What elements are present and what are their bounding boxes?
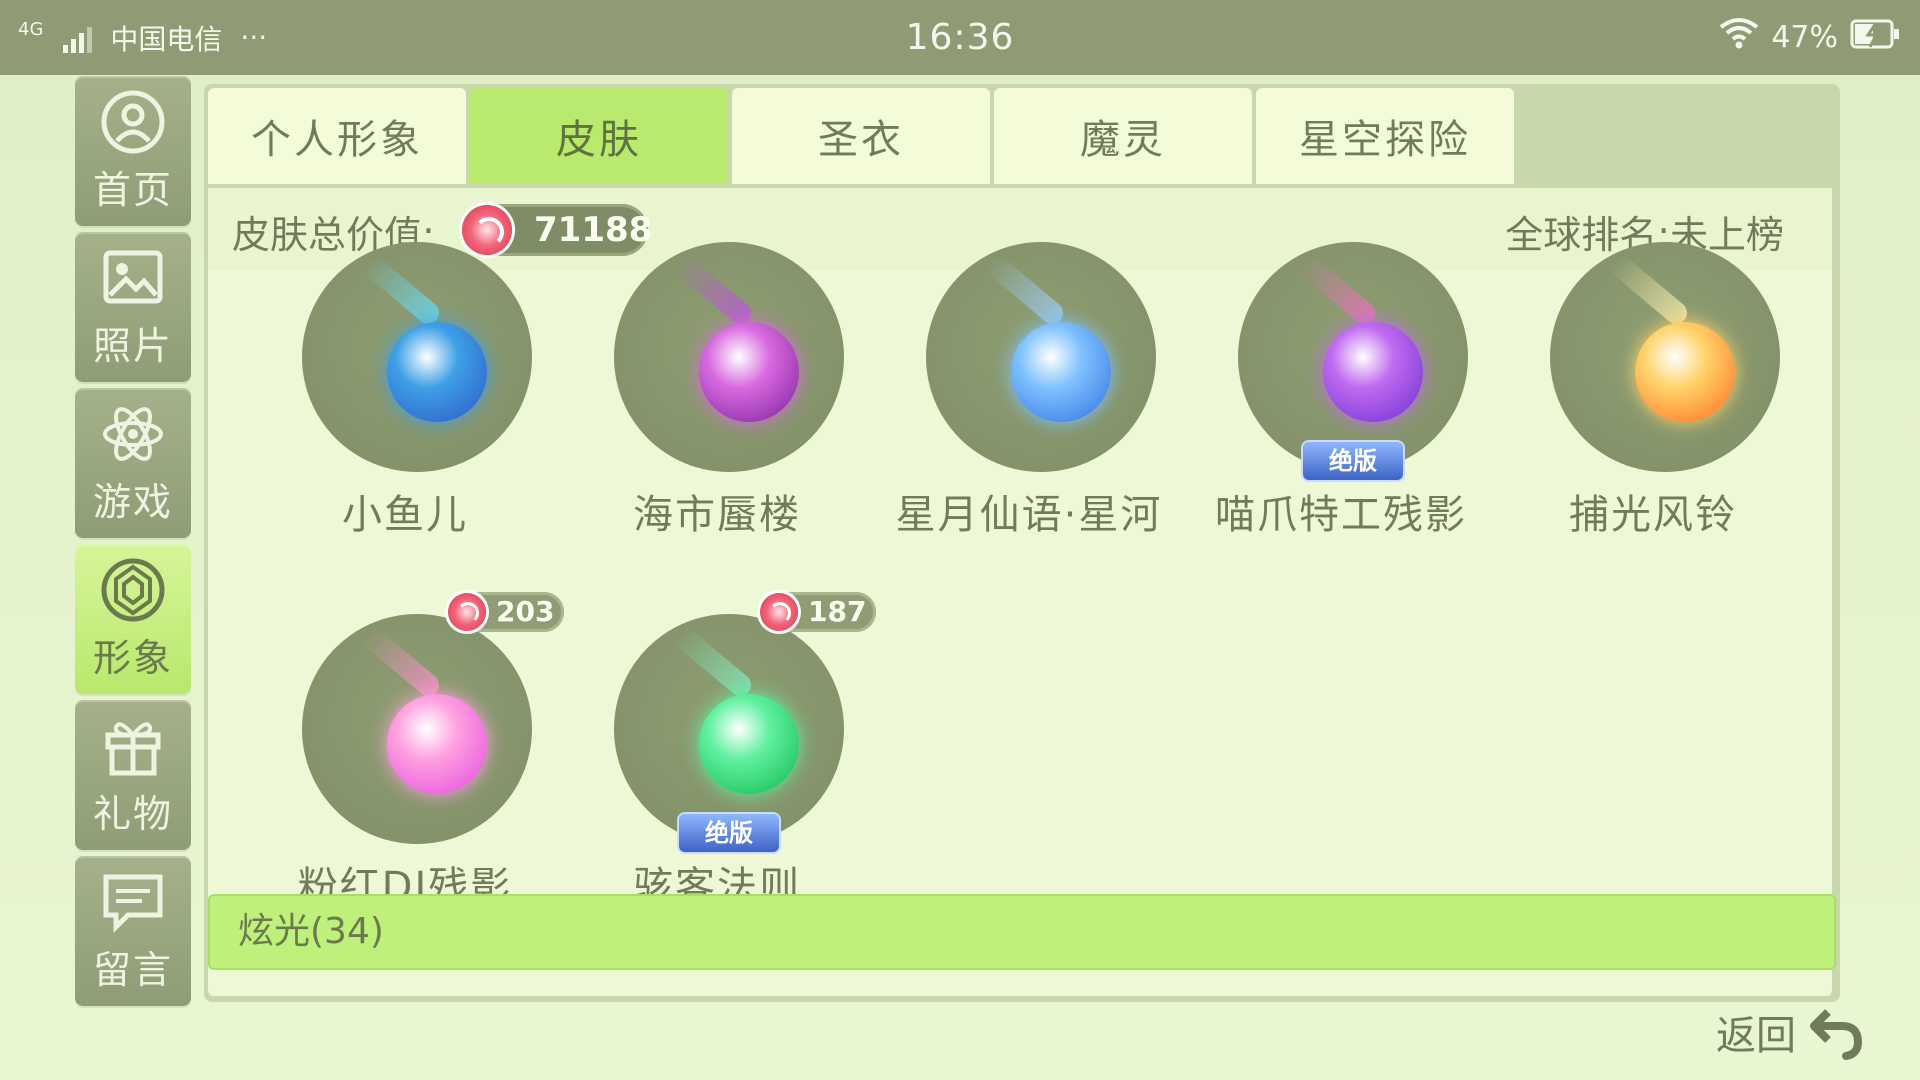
tab-star-adventure[interactable]: 星空探险 (1256, 88, 1514, 184)
tab-cloth[interactable]: 圣衣 (732, 88, 990, 184)
section-header-glow[interactable]: 炫光(34) (210, 896, 1834, 968)
battery-percent: 47% (1771, 20, 1838, 55)
status-bar: 4G 中国电信 ··· 16:36 47% (0, 0, 1920, 75)
back-label: 返回 (1716, 1013, 1796, 1059)
battery-charging-icon (1850, 17, 1902, 59)
skin-price-pill: 187 (760, 592, 876, 632)
message-icon (103, 874, 163, 933)
candy-coin-icon (760, 593, 798, 631)
skin-preview-disc (926, 242, 1156, 472)
sidebar-item-label: 照片 (92, 323, 173, 368)
skin-orb (699, 322, 799, 422)
discontinued-badge: 绝版 (679, 814, 779, 852)
skin-name: 捕光风铃 (1569, 492, 1737, 538)
sidebar-item-games[interactable]: 游戏 (75, 388, 191, 538)
skin-preview-disc (302, 614, 532, 844)
skin-name: 小鱼儿 (342, 492, 468, 538)
back-arrow-icon (1810, 1009, 1863, 1060)
sidebar-item-avatar[interactable]: 形象 (75, 544, 191, 694)
skin-name: 海市蜃楼 (633, 492, 801, 538)
skin-orb (1323, 322, 1423, 422)
sidebar-item-label: 首页 (92, 167, 173, 212)
skin-item[interactable]: 小鱼儿 (252, 242, 552, 582)
skin-orb (1011, 322, 1111, 422)
skin-orb (387, 694, 487, 794)
skin-trail (672, 253, 756, 329)
sidebar-item-messages[interactable]: 留言 (75, 856, 191, 1006)
skin-item[interactable]: 星月仙语·星河 (876, 242, 1176, 582)
sidebar-item-gifts[interactable]: 礼物 (75, 700, 191, 850)
discontinued-badge: 绝版 (1303, 442, 1403, 480)
sidebar-item-label: 形象 (92, 635, 173, 680)
skins-content: 皮肤总价值: 71188 全球排名:未上榜 小鱼儿 海市蜃楼 星月仙语·星河 喵爪特工… (208, 188, 1832, 996)
skin-item[interactable]: 海市蜃楼 (564, 242, 864, 582)
main-panel: 个人形象 皮肤 圣衣 魔灵 星空探险 皮肤总价值: 71188 全球排名:未上榜… (204, 84, 1840, 1002)
sidebar-item-photos[interactable]: 照片 (75, 232, 191, 382)
skin-price-pill: 203 (448, 592, 564, 632)
skin-preview-disc (1238, 242, 1468, 472)
skin-item[interactable]: 喵爪特工残影 绝版 (1188, 242, 1488, 582)
skin-preview-disc (302, 242, 532, 472)
sidebar-item-label: 游戏 (92, 479, 173, 524)
skin-preview-disc (614, 242, 844, 472)
sidebar-item-home[interactable]: 首页 (75, 76, 191, 226)
skin-name: 星月仙语·星河 (895, 492, 1163, 538)
skin-preview-disc (614, 614, 844, 844)
skin-trail (672, 625, 756, 701)
skin-preview-disc (1550, 242, 1780, 472)
skin-name: 喵爪特工残影 (1215, 492, 1467, 538)
skin-price: 203 (496, 595, 555, 628)
skin-item[interactable]: 捕光风铃 (1500, 242, 1800, 582)
wifi-icon (1719, 17, 1759, 59)
back-button[interactable]: 返回 (1716, 1000, 1866, 1064)
clock: 16:36 (905, 17, 1015, 58)
skin-price: 187 (808, 595, 867, 628)
sidebar-item-label: 留言 (92, 947, 173, 992)
sidebar-item-label: 礼物 (92, 791, 173, 836)
photo-icon (103, 250, 163, 303)
user-icon (101, 90, 165, 153)
skin-trail (360, 625, 444, 701)
sidebar: 首页 照片 游戏 形象 礼物 留言 (75, 76, 191, 1012)
tab-personal-image[interactable]: 个人形象 (208, 88, 466, 184)
tab-spirit[interactable]: 魔灵 (994, 88, 1252, 184)
gem-icon (101, 558, 165, 621)
status-right: 47% (1719, 0, 1902, 75)
skin-trail (984, 253, 1068, 329)
skin-orb (1635, 322, 1735, 422)
tab-bar: 个人形象 皮肤 圣衣 魔灵 星空探险 (208, 88, 1514, 184)
tab-skins[interactable]: 皮肤 (470, 88, 728, 184)
skin-trail (360, 253, 444, 329)
skin-trail (1296, 253, 1380, 329)
skin-orb (699, 694, 799, 794)
gift-icon (105, 721, 161, 775)
candy-coin-icon (448, 593, 486, 631)
skin-trail (1608, 253, 1692, 329)
atom-icon (103, 406, 163, 461)
skin-orb (387, 322, 487, 422)
